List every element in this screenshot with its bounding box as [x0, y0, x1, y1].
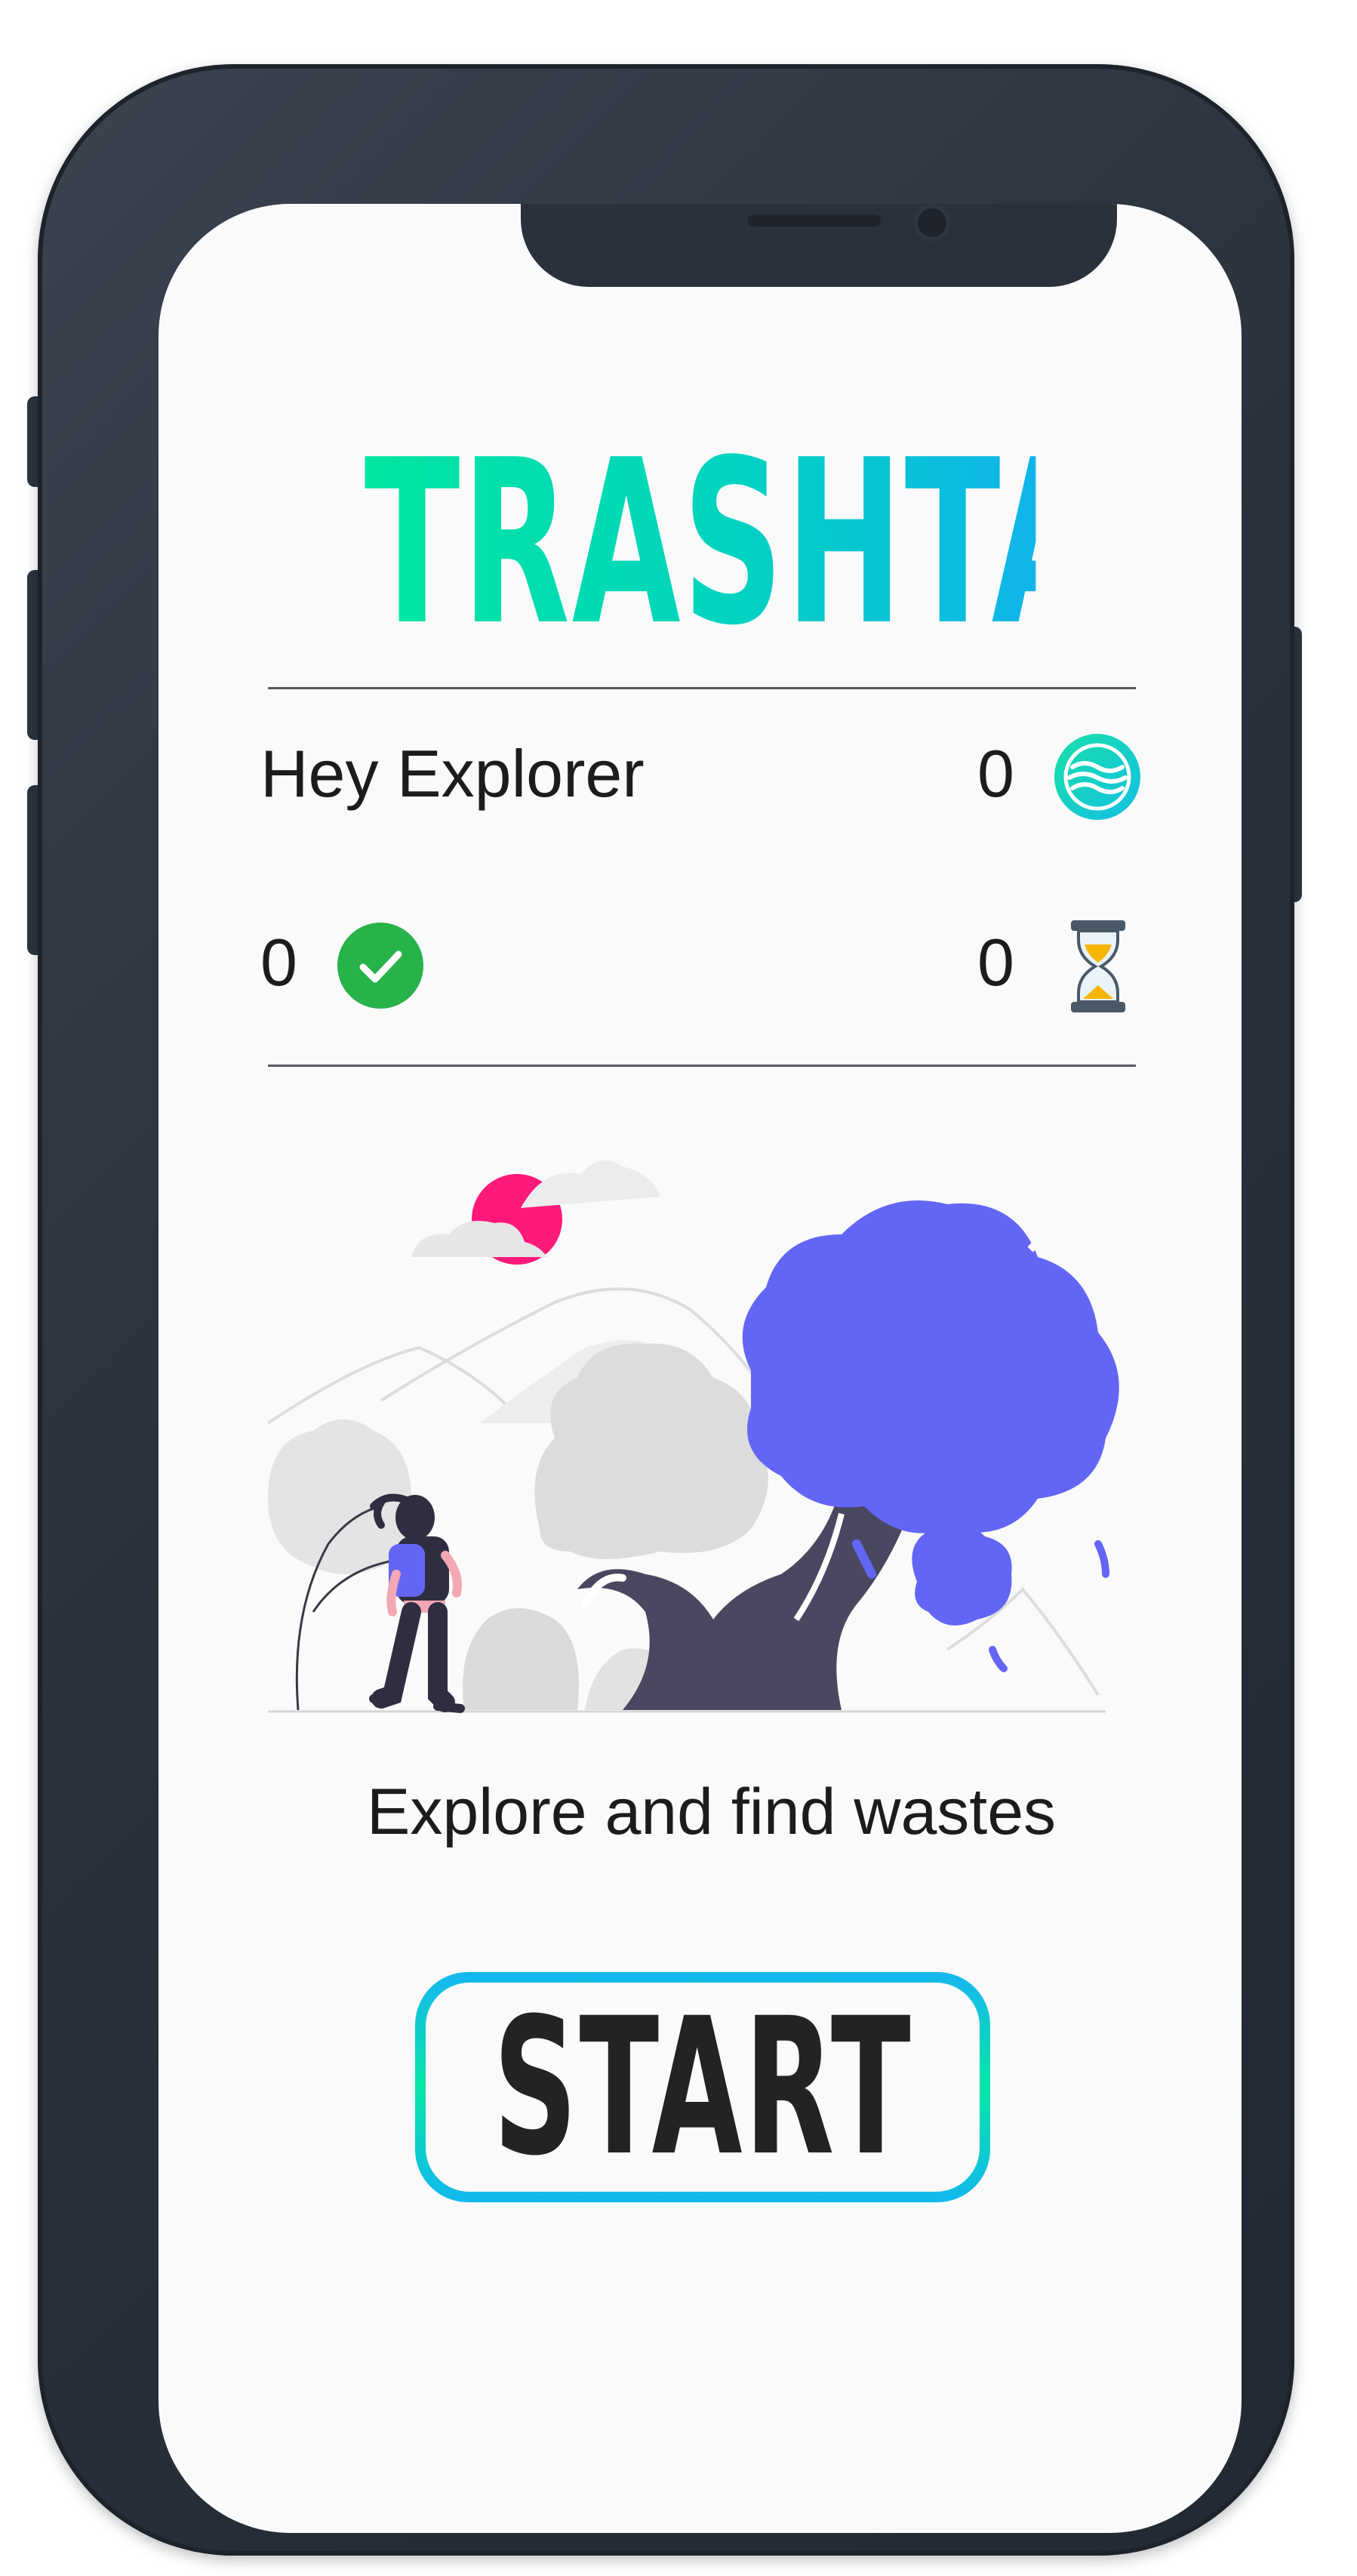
greeting-text: Hey Explorer [260, 736, 645, 811]
pending-count: 0 [977, 925, 1014, 1000]
divider-top [268, 687, 1136, 689]
hourglass-icon [1068, 917, 1128, 1015]
notch [521, 204, 1117, 287]
check-circle-icon [336, 921, 425, 1010]
caption-text: Explore and find wastes [366, 1776, 1057, 1848]
start-button[interactable]: START [415, 1972, 990, 2202]
explorer-illustration [268, 1160, 1119, 1713]
app-title: TRASHTAG [364, 411, 1220, 675]
waves-coin-icon[interactable] [1053, 732, 1142, 821]
start-button-label[interactable]: START [493, 1992, 912, 2182]
divider-bottom [268, 1065, 1136, 1067]
completed-count: 0 [260, 925, 297, 1000]
front-camera [913, 204, 951, 242]
points-count: 0 [977, 736, 1014, 811]
phone-frame: TRASHTAG Hey Explorer 0 0 0 Explore and … [38, 64, 1294, 2556]
start-button-inner[interactable]: START [426, 1983, 980, 2192]
phone-screen: TRASHTAG Hey Explorer 0 0 0 Explore and … [158, 204, 1242, 2533]
speaker-grille [747, 213, 882, 226]
